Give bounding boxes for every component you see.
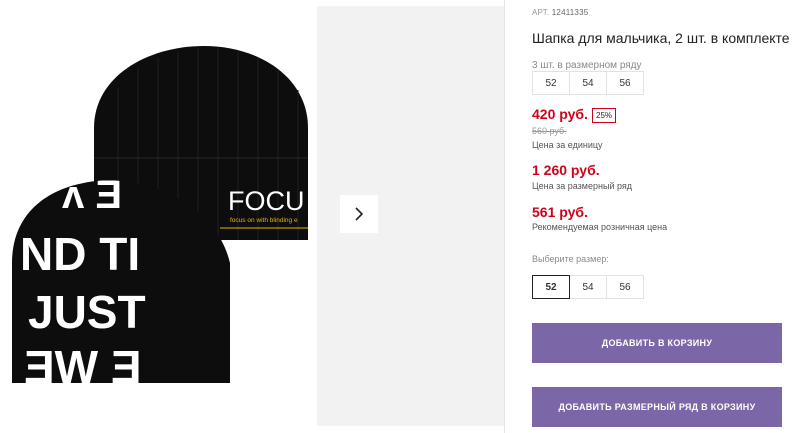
set-size-54: 54 [569,71,607,95]
size-option-54[interactable]: 54 [569,275,607,299]
chevron-right-icon [355,207,364,221]
gallery-next-button[interactable] [340,195,378,233]
size-option-56[interactable]: 56 [606,275,644,299]
hat-front-print-2: ND TI [20,228,140,280]
unit-price-note: Цена за единицу [532,140,603,150]
add-to-cart-button[interactable]: ДОБАВИТЬ В КОРЗИНУ [532,323,782,363]
sku-number: 12411335 [551,8,589,17]
product-image[interactable]: FOCU focus on with blinding e ʌ Ǝ ND TI … [8,8,313,383]
vertical-divider [504,0,505,433]
hats-illustration: FOCU focus on with blinding e ʌ Ǝ ND TI … [12,46,308,383]
set-price-note: Цена за размерный ряд [532,181,633,191]
sku: АРТ. 12411335 [532,8,588,17]
rrp-price: 561 руб. [532,204,588,220]
rrp-price-note: Рекомендуемая розничная цена [532,222,668,232]
unit-price: 420 руб. [532,106,588,122]
size-selector: 52 54 56 [532,275,644,299]
hat-front-print-3: JUST [28,286,146,338]
hat-back-tagline: focus on with blinding e [230,217,298,224]
discount-badge: 25% [592,108,617,123]
set-note: 3 шт. в размерном ряду [532,60,642,71]
sku-label: АРТ. [532,8,550,17]
product-title: Шапка для мальчика, 2 шт. в комплекте [532,30,790,46]
size-select-label: Выберите размер: [532,254,609,264]
set-price: 1 260 руб. [532,162,600,178]
set-size-52: 52 [532,71,570,95]
hat-back-print: FOCU [228,186,305,216]
old-price: 560 руб. [532,126,567,136]
hat-front-print-4: ƎW Ǝ [24,341,142,383]
add-set-to-cart-button[interactable]: ДОБАВИТЬ РАЗМЕРНЫЙ РЯД В КОРЗИНУ [532,387,782,427]
set-sizes: 52 54 56 [532,71,644,95]
set-size-56: 56 [606,71,644,95]
product-gallery: FOCU focus on with blinding e ʌ Ǝ ND TI … [0,0,504,433]
size-option-52[interactable]: 52 [532,275,570,299]
